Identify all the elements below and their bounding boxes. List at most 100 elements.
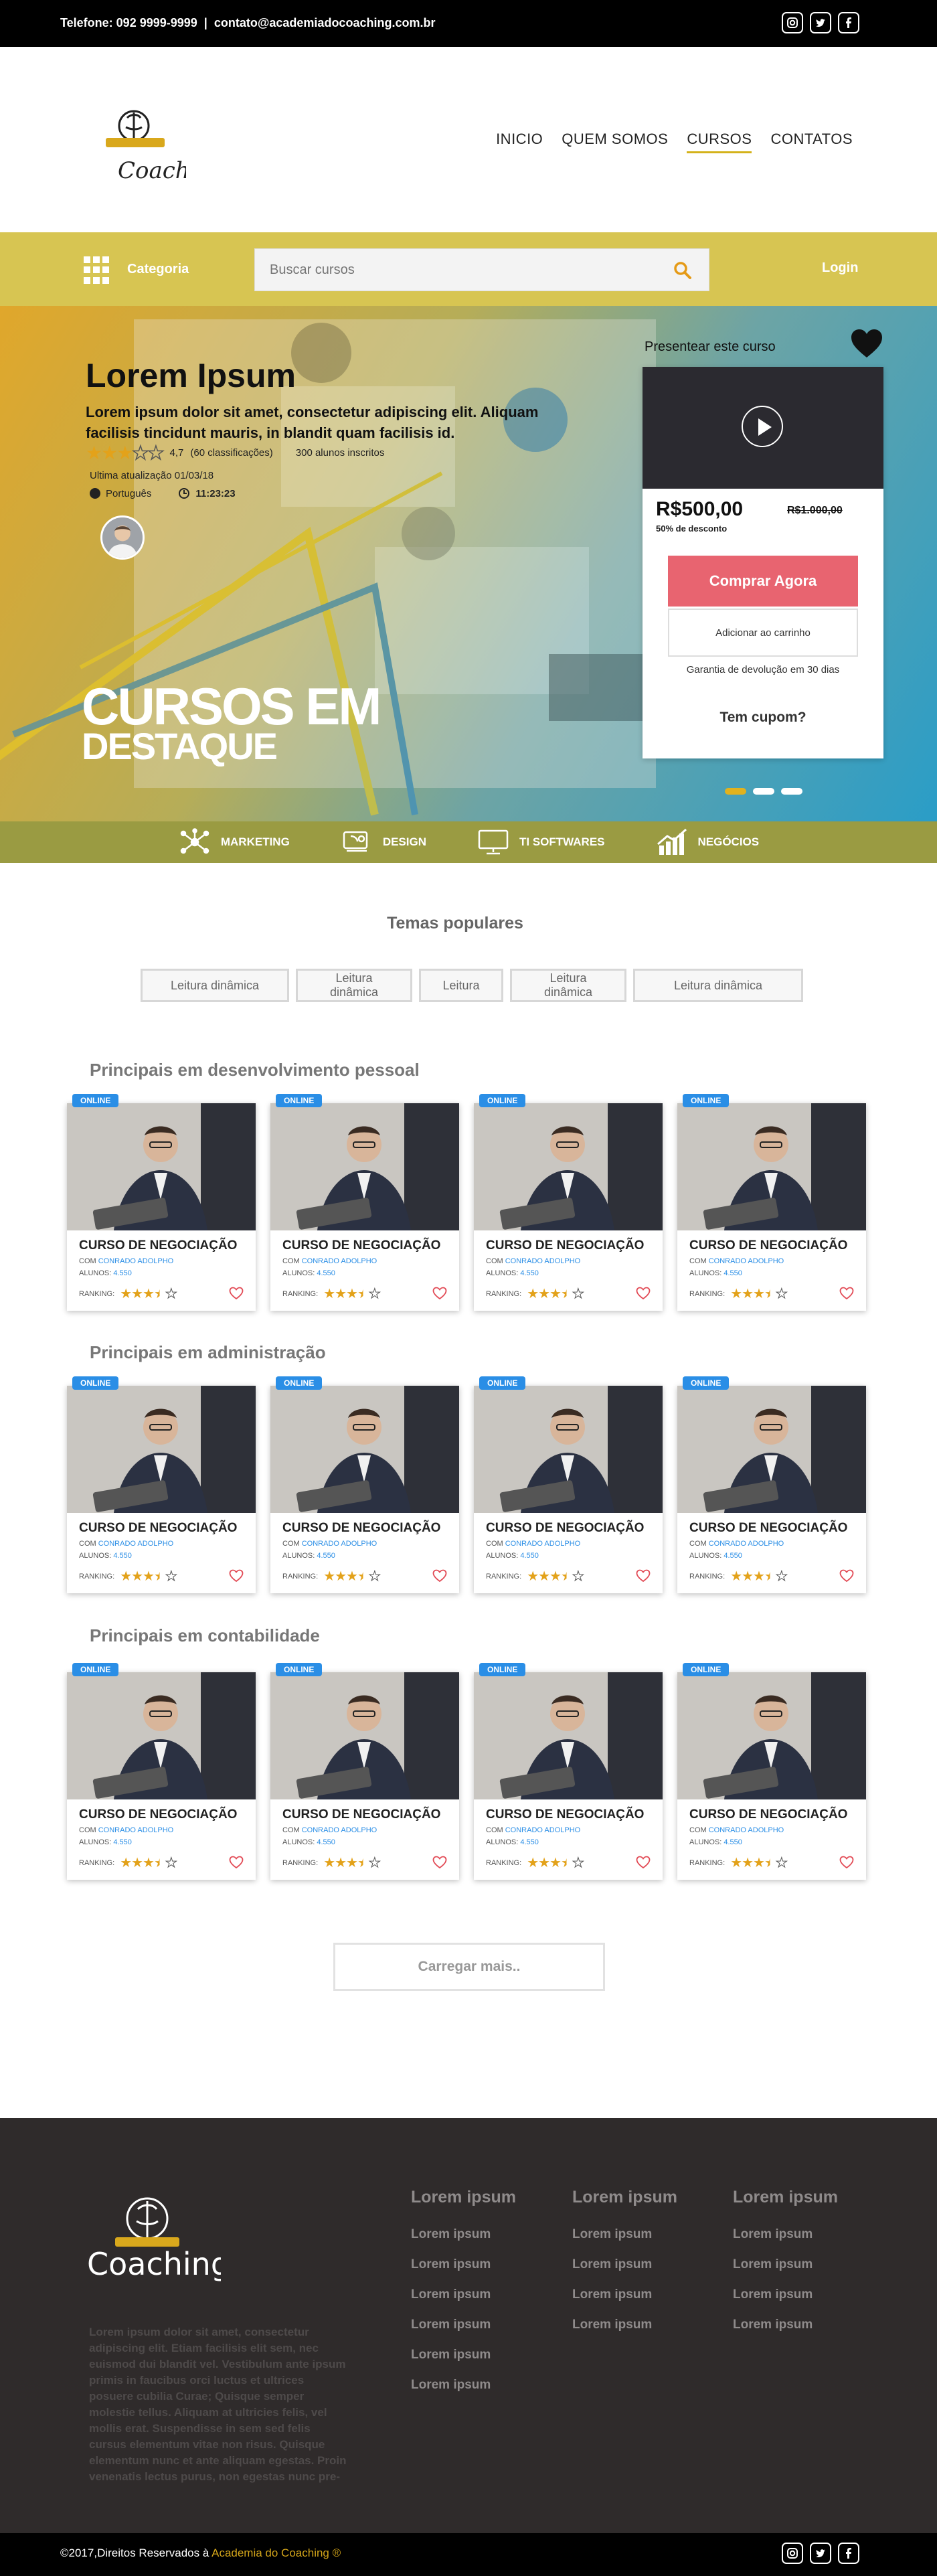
favorite-heart-icon[interactable] bbox=[839, 1287, 854, 1300]
twitter-icon[interactable] bbox=[810, 12, 831, 33]
category-negocios[interactable]: NEGÓCIOS bbox=[655, 828, 759, 856]
footer-link[interactable]: Lorem ipsum bbox=[411, 2348, 516, 2378]
course-card[interactable]: ONLINE CURSO DE NEGOCIAÇÃO COM CONRADO ADO… bbox=[474, 1094, 663, 1311]
course-title[interactable]: CURSO DE NEGOCIAÇÃO bbox=[689, 1807, 847, 1822]
course-title[interactable]: CURSO DE NEGOCIAÇÃO bbox=[689, 1238, 847, 1253]
footer-link[interactable]: Lorem ipsum bbox=[572, 2318, 677, 2348]
play-icon[interactable] bbox=[742, 406, 783, 447]
course-image[interactable] bbox=[474, 1103, 663, 1230]
footer-link[interactable]: Lorem ipsum bbox=[733, 2287, 838, 2318]
carousel-dot[interactable] bbox=[753, 788, 774, 795]
category-design[interactable]: DESIGN bbox=[340, 828, 426, 856]
facebook-icon[interactable] bbox=[838, 2543, 859, 2564]
course-preview-video[interactable] bbox=[643, 367, 883, 489]
favorite-heart-icon[interactable] bbox=[839, 1856, 854, 1869]
course-title[interactable]: CURSO DE NEGOCIAÇÃO bbox=[282, 1521, 440, 1536]
carousel-dot[interactable] bbox=[781, 788, 802, 795]
footer-link[interactable]: Lorem ipsum bbox=[572, 2287, 677, 2318]
course-image[interactable] bbox=[67, 1103, 256, 1230]
course-card[interactable]: ONLINE CURSO DE NEGOCIAÇÃO COM CONRADO ADO… bbox=[67, 1663, 256, 1880]
course-image[interactable] bbox=[677, 1672, 866, 1799]
course-card[interactable]: ONLINE CURSO DE NEGOCIAÇÃO COM CONRADO ADO… bbox=[677, 1663, 866, 1880]
footer-link[interactable]: Lorem ipsum bbox=[411, 2318, 516, 2348]
course-title[interactable]: CURSO DE NEGOCIAÇÃO bbox=[486, 1807, 644, 1822]
course-image[interactable] bbox=[677, 1103, 866, 1230]
wishlist-heart-icon[interactable] bbox=[850, 328, 883, 359]
author-name[interactable]: CONRADO ADOLPHO bbox=[709, 1540, 784, 1548]
nav-cursos[interactable]: CURSOS bbox=[687, 131, 752, 153]
footer-link[interactable]: Lorem ipsum bbox=[411, 2287, 516, 2318]
carousel-dot[interactable] bbox=[725, 788, 746, 795]
instructor-avatar[interactable] bbox=[100, 515, 145, 560]
favorite-heart-icon[interactable] bbox=[229, 1287, 244, 1300]
coupon-link[interactable]: Tem cupom? bbox=[643, 710, 883, 726]
course-card[interactable]: ONLINE CURSO DE NEGOCIAÇÃO COM CONRADO ADO… bbox=[67, 1376, 256, 1593]
course-card[interactable]: ONLINE CURSO DE NEGOCIAÇÃO COM CONRADO ADO… bbox=[677, 1094, 866, 1311]
topic-chip[interactable]: Leitura dinâmica bbox=[510, 969, 626, 1002]
course-card[interactable]: ONLINE CURSO DE NEGOCIAÇÃO COM CONRADO ADO… bbox=[67, 1094, 256, 1311]
nav-quem-somos[interactable]: QUEM SOMOS bbox=[562, 131, 668, 153]
course-image[interactable] bbox=[270, 1672, 459, 1799]
author-name[interactable]: CONRADO ADOLPHO bbox=[98, 1257, 173, 1265]
course-image[interactable] bbox=[67, 1672, 256, 1799]
course-image[interactable] bbox=[474, 1672, 663, 1799]
favorite-heart-icon[interactable] bbox=[229, 1856, 244, 1869]
course-title[interactable]: CURSO DE NEGOCIAÇÃO bbox=[282, 1238, 440, 1253]
login-link[interactable]: Login bbox=[822, 260, 858, 276]
course-image[interactable] bbox=[270, 1386, 459, 1513]
course-card[interactable]: ONLINE CURSO DE NEGOCIAÇÃO COM CONRADO ADO… bbox=[474, 1663, 663, 1880]
author-name[interactable]: CONRADO ADOLPHO bbox=[505, 1826, 580, 1834]
course-card[interactable]: ONLINE CURSO DE NEGOCIAÇÃO COM CONRADO ADO… bbox=[270, 1094, 459, 1311]
site-logo[interactable]: Coaching bbox=[79, 99, 226, 186]
course-card[interactable]: ONLINE CURSO DE NEGOCIAÇÃO COM CONRADO ADO… bbox=[270, 1376, 459, 1593]
nav-inicio[interactable]: INICIO bbox=[496, 131, 543, 153]
footer-link[interactable]: Lorem ipsum bbox=[572, 2227, 677, 2257]
instagram-icon[interactable] bbox=[782, 12, 803, 33]
author-name[interactable]: CONRADO ADOLPHO bbox=[302, 1257, 377, 1265]
buy-now-button[interactable]: Comprar Agora bbox=[668, 556, 858, 607]
load-more-button[interactable]: Carregar mais.. bbox=[333, 1943, 605, 1991]
course-title[interactable]: CURSO DE NEGOCIAÇÃO bbox=[79, 1807, 237, 1822]
favorite-heart-icon[interactable] bbox=[432, 1287, 447, 1300]
course-title[interactable]: CURSO DE NEGOCIAÇÃO bbox=[689, 1521, 847, 1536]
author-name[interactable]: CONRADO ADOLPHO bbox=[709, 1257, 784, 1265]
author-name[interactable]: CONRADO ADOLPHO bbox=[505, 1257, 580, 1265]
grid-icon[interactable] bbox=[84, 256, 112, 285]
footer-link[interactable]: Lorem ipsum bbox=[411, 2378, 516, 2408]
author-name[interactable]: CONRADO ADOLPHO bbox=[505, 1540, 580, 1548]
instagram-icon[interactable] bbox=[782, 2543, 803, 2564]
category-button[interactable]: Categoria bbox=[127, 262, 189, 277]
course-image[interactable] bbox=[270, 1103, 459, 1230]
course-card[interactable]: ONLINE CURSO DE NEGOCIAÇÃO COM CONRADO ADO… bbox=[474, 1376, 663, 1593]
course-image[interactable] bbox=[67, 1386, 256, 1513]
nav-contatos[interactable]: CONTATOS bbox=[770, 131, 853, 153]
category-marketing[interactable]: MARKETING bbox=[178, 828, 290, 856]
favorite-heart-icon[interactable] bbox=[636, 1287, 651, 1300]
author-name[interactable]: CONRADO ADOLPHO bbox=[302, 1826, 377, 1834]
course-title[interactable]: CURSO DE NEGOCIAÇÃO bbox=[79, 1521, 237, 1536]
footer-link[interactable]: Lorem ipsum bbox=[411, 2257, 516, 2287]
topic-chip[interactable]: Leitura dinâmica bbox=[633, 969, 803, 1002]
course-image[interactable] bbox=[677, 1386, 866, 1513]
gift-course-link[interactable]: Presentear este curso bbox=[645, 339, 776, 355]
footer-link[interactable]: Lorem ipsum bbox=[411, 2227, 516, 2257]
footer-link[interactable]: Lorem ipsum bbox=[572, 2257, 677, 2287]
footer-link[interactable]: Lorem ipsum bbox=[733, 2318, 838, 2348]
favorite-heart-icon[interactable] bbox=[636, 1569, 651, 1583]
topic-chip[interactable]: Leitura bbox=[419, 969, 503, 1002]
facebook-icon[interactable] bbox=[838, 12, 859, 33]
favorite-heart-icon[interactable] bbox=[432, 1856, 447, 1869]
course-card[interactable]: ONLINE CURSO DE NEGOCIAÇÃO COM CONRADO ADO… bbox=[270, 1663, 459, 1880]
topic-chip[interactable]: Leitura dinâmica bbox=[141, 969, 289, 1002]
footer-link[interactable]: Lorem ipsum bbox=[733, 2257, 838, 2287]
favorite-heart-icon[interactable] bbox=[432, 1569, 447, 1583]
add-to-cart-button[interactable]: Adicionar ao carrinho bbox=[668, 609, 858, 657]
copyright-brand-link[interactable]: Academia do Coaching ® bbox=[211, 2547, 341, 2559]
search-icon[interactable] bbox=[673, 260, 693, 280]
favorite-heart-icon[interactable] bbox=[839, 1569, 854, 1583]
author-name[interactable]: CONRADO ADOLPHO bbox=[98, 1540, 173, 1548]
footer-logo[interactable]: Coaching bbox=[80, 2189, 230, 2283]
author-name[interactable]: CONRADO ADOLPHO bbox=[302, 1540, 377, 1548]
category-ti-softwares[interactable]: TI SOFTWARES bbox=[477, 828, 605, 856]
topic-chip[interactable]: Leitura dinâmica bbox=[296, 969, 412, 1002]
